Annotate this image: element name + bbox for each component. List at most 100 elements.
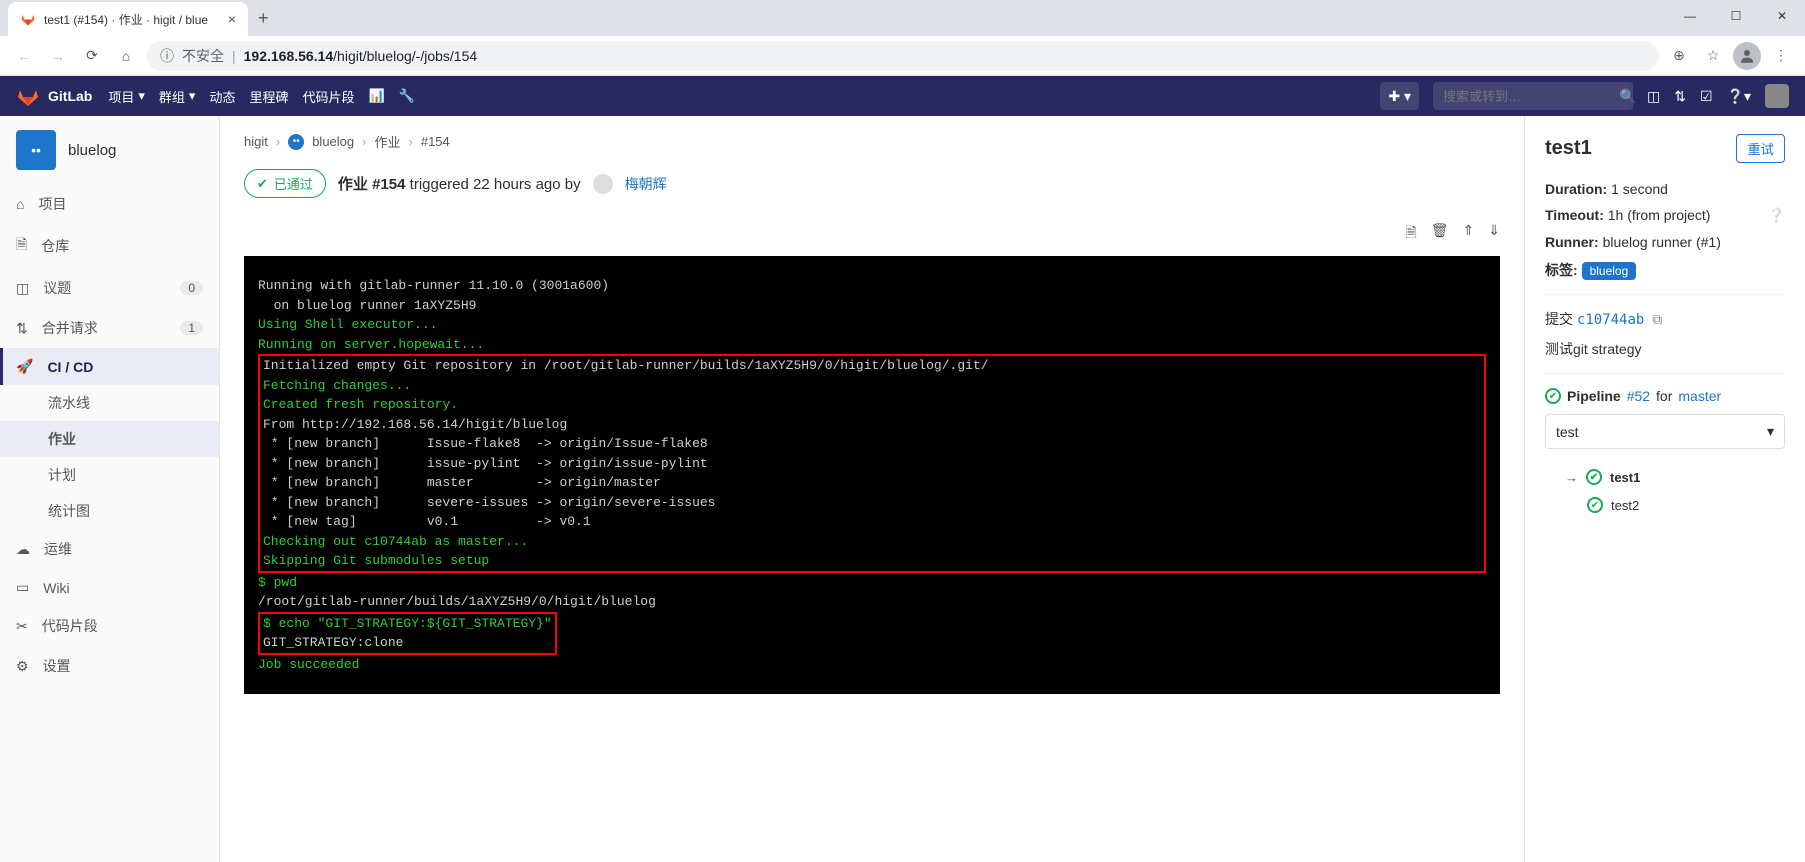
cloud-icon: ☁ <box>16 541 30 558</box>
sidebar-item-repo[interactable]: 🗎仓库 <box>0 224 219 268</box>
home-icon: ⌂ <box>16 196 24 212</box>
breadcrumb-project[interactable]: bluelog <box>312 134 354 149</box>
rocket-icon: 🚀 <box>16 358 33 375</box>
sidebar-sub-schedules[interactable]: 计划 <box>0 457 219 493</box>
url-input[interactable]: ⓘ 不安全 | 192.168.56.14/higit/bluelog/-/jo… <box>146 41 1659 71</box>
tag-chip: bluelog <box>1582 262 1637 280</box>
global-search[interactable]: 🔍 <box>1433 82 1633 110</box>
check-circle-icon: ✔ <box>257 176 268 192</box>
close-tab-icon[interactable]: × <box>228 11 236 27</box>
project-sidebar: •• bluelog ⌂项目 🗎仓库 ◫议题0 ⇅合并请求1 🚀CI / CD … <box>0 116 220 862</box>
back-button[interactable]: ← <box>10 42 38 70</box>
erase-log-icon[interactable]: 🗑 <box>1431 222 1449 246</box>
chevron-down-icon: ▾ <box>189 88 196 104</box>
sidebar-item-snippets[interactable]: ✂代码片段 <box>0 606 219 646</box>
breadcrumb-group[interactable]: higit <box>244 134 268 149</box>
search-icon: 🔍 <box>1619 88 1636 105</box>
scroll-bottom-icon[interactable]: ⇓ <box>1488 222 1500 246</box>
job-main-area: higit › •• bluelog › 作业 › #154 ✔ 已通过 作业 … <box>220 116 1525 862</box>
job-list-item[interactable]: ✔ test2 <box>1545 491 1785 519</box>
nav-wrench-icon[interactable]: 🔧 <box>399 87 415 106</box>
tab-title: test1 (#154) · 作业 · higit / blue <box>44 11 220 28</box>
retry-button[interactable]: 重试 <box>1736 134 1785 163</box>
issues-icon[interactable]: ◫ <box>1647 88 1660 105</box>
browser-menu-icon[interactable]: ⋮ <box>1767 42 1795 70</box>
info-icon: ⓘ <box>160 46 174 66</box>
log-toolbar: 🗎 🗑 ⇑ ⇓ <box>244 218 1500 256</box>
gitlab-logo[interactable]: GitLab <box>16 84 92 108</box>
sidebar-sub-charts[interactable]: 统计图 <box>0 493 219 529</box>
zoom-icon[interactable]: ⊕ <box>1665 42 1693 70</box>
sidebar-item-ops[interactable]: ☁运维 <box>0 529 219 569</box>
nav-groups[interactable]: 群组 ▾ <box>159 87 196 106</box>
sidebar-item-mr[interactable]: ⇅合并请求1 <box>0 308 219 348</box>
breadcrumb: higit › •• bluelog › 作业 › #154 <box>244 132 1500 151</box>
search-input[interactable] <box>1443 89 1619 104</box>
gitlab-top-nav: GitLab 项目 ▾ 群组 ▾ 动态 里程碑 代码片段 📊 🔧 ✚ ▾ 🔍 ◫… <box>0 76 1805 116</box>
browser-address-bar: ← → ⟳ ⌂ ⓘ 不安全 | 192.168.56.14/higit/blue… <box>0 36 1805 76</box>
stage-dropdown[interactable]: test ▾ <box>1545 414 1785 449</box>
scissors-icon: ✂ <box>16 618 28 635</box>
job-header: ✔ 已通过 作业 #154 triggered 22 hours ago by … <box>244 169 1500 198</box>
forward-button[interactable]: → <box>44 42 72 70</box>
reload-button[interactable]: ⟳ <box>78 42 106 70</box>
raw-log-icon[interactable]: 🗎 <box>1405 222 1416 246</box>
nav-projects[interactable]: 项目 ▾ <box>108 87 145 106</box>
window-close-button[interactable]: ✕ <box>1759 0 1805 32</box>
merge-icon: ⇅ <box>16 320 28 337</box>
bookmark-star-icon[interactable]: ☆ <box>1699 42 1727 70</box>
sidebar-item-project[interactable]: ⌂项目 <box>0 184 219 224</box>
pipeline-link[interactable]: #52 <box>1627 388 1650 404</box>
job-log[interactable]: Running with gitlab-runner 11.10.0 (3001… <box>244 256 1500 694</box>
arrow-right-icon: → <box>1565 470 1578 485</box>
window-minimize-button[interactable]: — <box>1667 0 1713 32</box>
chevron-down-icon: ▾ <box>138 88 145 104</box>
breadcrumb-section[interactable]: 作业 <box>374 132 400 151</box>
merge-requests-icon[interactable]: ⇅ <box>1674 88 1686 105</box>
browser-profile-icon[interactable] <box>1733 42 1761 70</box>
job-list-item-current[interactable]: → ✔ test1 <box>1545 463 1785 491</box>
sidebar-sub-jobs[interactable]: 作业 <box>0 421 219 457</box>
status-ok-icon: ✔ <box>1545 388 1561 404</box>
chevron-down-icon: ▾ <box>1767 423 1774 440</box>
sidebar-item-issues[interactable]: ◫议题0 <box>0 268 219 308</box>
book-icon: ▭ <box>16 579 29 596</box>
file-icon: 🗎 <box>16 234 27 258</box>
nav-milestones[interactable]: 里程碑 <box>249 87 288 106</box>
sidebar-item-cicd[interactable]: 🚀CI / CD <box>0 348 219 385</box>
browser-tab-bar: test1 (#154) · 作业 · higit / blue × + — ☐… <box>0 0 1805 36</box>
new-dropdown-button[interactable]: ✚ ▾ <box>1380 82 1419 110</box>
nav-snippets[interactable]: 代码片段 <box>302 87 354 106</box>
help-icon[interactable]: ❔ <box>1768 207 1785 224</box>
breadcrumb-id: #154 <box>421 134 450 149</box>
nav-activity[interactable]: 动态 <box>209 87 235 106</box>
issues-icon: ◫ <box>16 280 29 297</box>
sidebar-item-settings[interactable]: ⚙设置 <box>0 646 219 686</box>
sidebar-sub-pipelines[interactable]: 流水线 <box>0 385 219 421</box>
branch-link[interactable]: master <box>1678 388 1721 404</box>
scroll-top-icon[interactable]: ⇑ <box>1463 222 1475 246</box>
user-avatar-small[interactable] <box>593 174 613 194</box>
new-tab-button[interactable]: + <box>258 8 269 29</box>
status-badge-passed: ✔ 已通过 <box>244 169 326 198</box>
commit-sha-link[interactable]: c10744ab <box>1577 312 1644 328</box>
commit-message: 测试git strategy <box>1545 339 1785 359</box>
project-header[interactable]: •• bluelog <box>0 116 219 184</box>
copy-icon[interactable]: ⧉ <box>1652 311 1662 327</box>
sidebar-item-wiki[interactable]: ▭Wiki <box>0 569 219 606</box>
project-icon: •• <box>288 134 304 150</box>
window-maximize-button[interactable]: ☐ <box>1713 0 1759 32</box>
todos-icon[interactable]: ☑ <box>1700 88 1713 105</box>
help-icon[interactable]: ❔▾ <box>1727 88 1751 105</box>
job-right-sidebar: test1 重试 Duration: 1 second Timeout: 1h … <box>1525 116 1805 862</box>
gitlab-favicon-icon <box>20 11 36 27</box>
user-link[interactable]: 梅朝辉 <box>625 174 667 194</box>
home-button[interactable]: ⌂ <box>112 42 140 70</box>
user-avatar[interactable] <box>1765 84 1789 108</box>
status-ok-icon: ✔ <box>1586 469 1602 485</box>
status-ok-icon: ✔ <box>1587 497 1603 513</box>
browser-tab[interactable]: test1 (#154) · 作业 · higit / blue × <box>8 2 248 36</box>
security-status: 不安全 <box>182 46 224 66</box>
nav-metrics-icon[interactable]: 📊 <box>368 87 384 106</box>
project-avatar-icon: •• <box>16 130 56 170</box>
